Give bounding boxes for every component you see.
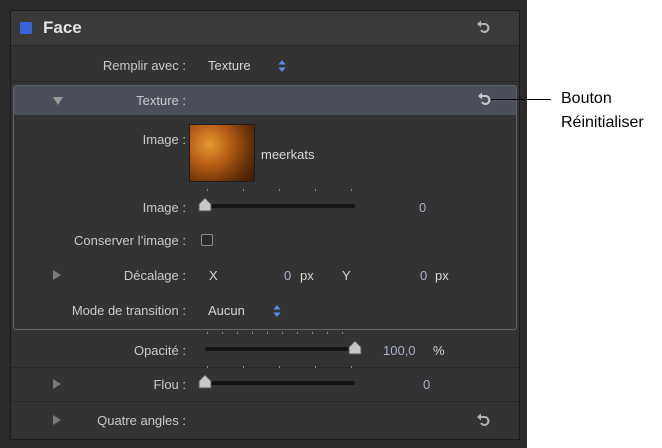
slider-tick <box>312 332 313 334</box>
slider-tick <box>207 189 208 191</box>
slider-tick <box>207 332 208 334</box>
image-well[interactable] <box>189 124 255 182</box>
offset-x-unit: px <box>300 268 314 283</box>
face-title: Face <box>43 18 82 37</box>
blur-row: Flou : 0 <box>11 366 519 399</box>
blur-value[interactable]: 0 <box>423 377 430 393</box>
opacity-value[interactable]: 100,0 <box>383 343 416 359</box>
four-corners-label: Quatre angles : <box>97 413 186 428</box>
blur-label: Flou : <box>153 377 186 392</box>
slider-track <box>205 204 355 208</box>
offset-y-unit: px <box>435 268 449 283</box>
image-name: meerkats <box>261 147 315 162</box>
slider-tick <box>315 189 316 191</box>
opacity-row: Opacité : 100,0 % <box>11 332 519 365</box>
frame-value[interactable]: 0 <box>419 200 426 216</box>
slider-tick <box>243 189 244 191</box>
texture-header-label: Texture : <box>136 93 186 108</box>
image-label: Image : <box>142 132 186 147</box>
slider-tick <box>279 366 280 368</box>
slider-tick <box>342 332 343 334</box>
hold-frame-row: Conserver l’image : <box>11 226 519 256</box>
image-row: Image : meerkats <box>11 124 519 187</box>
face-section: Face Remplir avec : Texture Texture : Im… <box>10 10 520 440</box>
slider-track <box>205 347 355 351</box>
wrap-mode-label: Mode de transition : <box>71 303 186 318</box>
wrap-mode-row: Mode de transition : Aucun <box>11 296 519 326</box>
frame-row: Image : 0 <box>11 189 519 221</box>
updown-arrows-icon <box>278 60 286 72</box>
slider-tick <box>297 332 298 334</box>
slider-tick <box>351 189 352 191</box>
offset-y-value[interactable]: 0 <box>420 268 427 284</box>
slider-tick <box>237 332 238 334</box>
slider-tick <box>252 332 253 334</box>
offset-x-label: X <box>209 268 218 283</box>
offset-x-value[interactable]: 0 <box>284 268 291 284</box>
frame-slider[interactable] <box>198 189 359 219</box>
slider-tick <box>327 332 328 334</box>
reset-icon[interactable] <box>475 20 491 36</box>
slider-tick <box>243 366 244 368</box>
reset-icon[interactable] <box>475 413 491 429</box>
divider <box>11 401 519 402</box>
reset-icon[interactable] <box>476 92 492 108</box>
disclosure-open-icon[interactable] <box>53 97 63 105</box>
slider-tick <box>351 366 352 368</box>
slider-tick <box>315 366 316 368</box>
slider-thumb[interactable] <box>198 198 212 212</box>
four-corners-row: Quatre angles : <box>11 405 519 435</box>
divider <box>11 45 519 46</box>
offset-label: Décalage : <box>123 268 186 283</box>
wrap-mode-popup[interactable]: Aucun <box>206 301 296 321</box>
fill-popup[interactable]: Texture <box>206 56 296 76</box>
face-enable-checkbox[interactable] <box>20 22 32 34</box>
offset-row: Décalage : X 0 px Y 0 px <box>11 261 519 291</box>
divider <box>11 81 519 82</box>
opacity-label: Opacité : <box>133 343 186 358</box>
hold-frame-checkbox[interactable] <box>201 234 213 246</box>
slider-thumb[interactable] <box>198 375 212 389</box>
fill-value: Texture <box>208 58 251 73</box>
hold-frame-label: Conserver l’image : <box>74 233 186 248</box>
slider-tick <box>207 366 208 368</box>
wrap-mode-value: Aucun <box>208 303 245 318</box>
slider-thumb[interactable] <box>348 341 362 355</box>
fill-label: Remplir avec : <box>102 58 186 73</box>
callout-line <box>491 99 551 100</box>
slider-tick <box>222 332 223 334</box>
disclosure-closed-icon[interactable] <box>53 379 61 389</box>
inspector-panel: Face Remplir avec : Texture Texture : Im… <box>0 0 527 448</box>
callout-label-line2: Réinitialiser <box>561 114 644 131</box>
texture-header[interactable]: Texture : <box>14 86 516 115</box>
fill-row: Remplir avec : Texture <box>11 51 519 81</box>
disclosure-closed-icon[interactable] <box>53 415 61 425</box>
slider-tick <box>267 332 268 334</box>
offset-y-label: Y <box>342 268 351 283</box>
callout-label-line1: Bouton <box>561 90 612 107</box>
slider-tick <box>282 332 283 334</box>
opacity-slider[interactable] <box>199 332 362 362</box>
slider-track <box>205 381 355 385</box>
opacity-unit: % <box>433 343 445 358</box>
disclosure-closed-icon[interactable] <box>53 270 61 280</box>
face-header: Face <box>11 11 519 45</box>
updown-arrows-icon <box>273 305 281 317</box>
slider-tick <box>279 189 280 191</box>
frame-label: Image : <box>142 200 186 215</box>
blur-slider[interactable] <box>198 366 359 396</box>
